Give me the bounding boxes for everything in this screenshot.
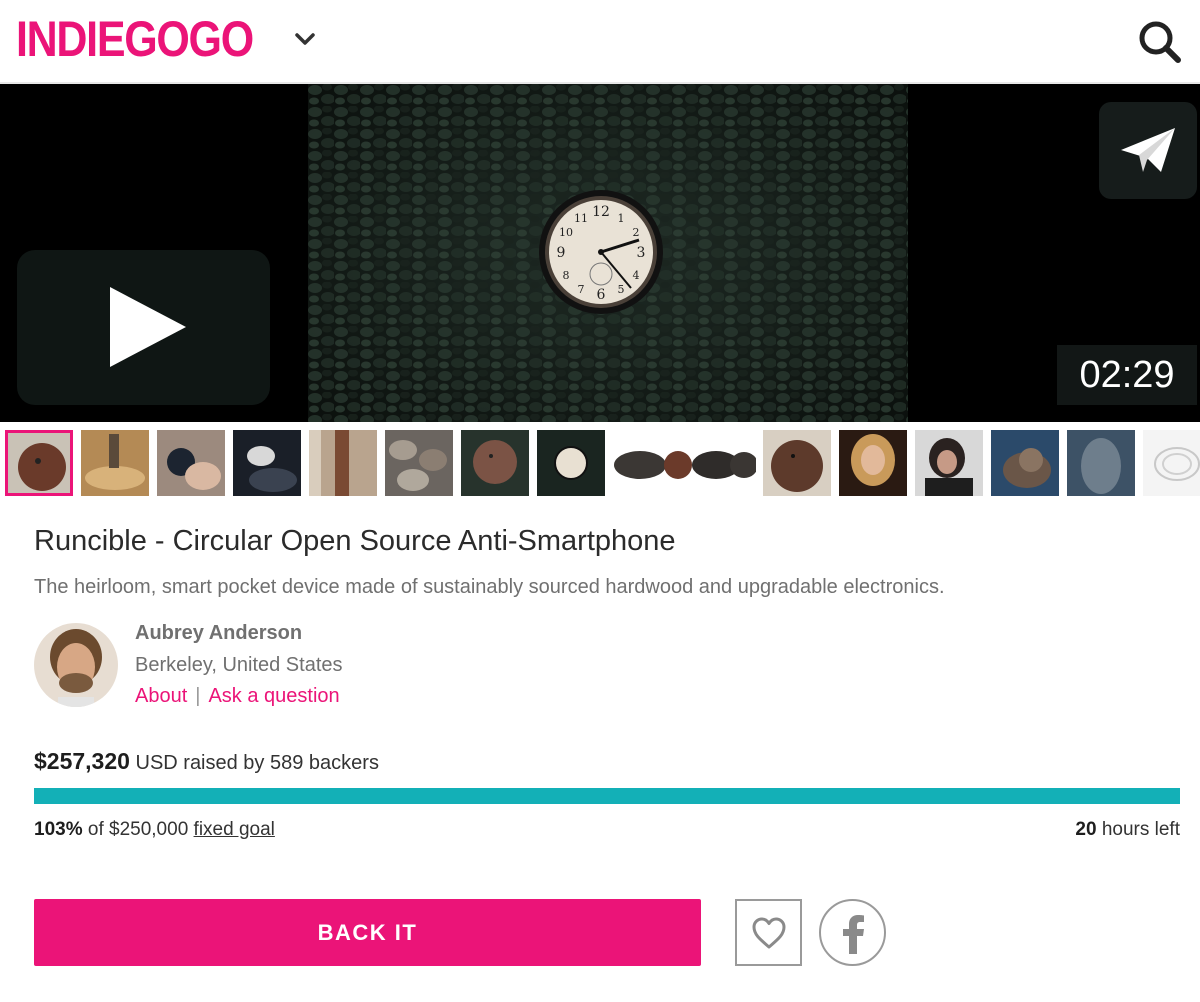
time-remaining: 20 hours left — [1075, 819, 1180, 841]
svg-text:8: 8 — [563, 269, 570, 282]
gallery-thumbnail[interactable] — [309, 430, 377, 496]
gallery-thumbnail[interactable] — [1067, 430, 1135, 496]
gallery-thumbnail[interactable] — [461, 430, 529, 496]
facebook-icon — [843, 915, 864, 954]
campaign-tagline: The heirloom, smart pocket device made o… — [34, 576, 945, 598]
svg-text:12: 12 — [592, 204, 610, 220]
gallery-thumbnail[interactable] — [537, 430, 605, 496]
ask-question-link[interactable]: Ask a question — [208, 685, 339, 707]
funded-percent: 103% — [34, 819, 83, 840]
gallery-thumbnail[interactable] — [991, 430, 1059, 496]
funding-goal: 103% of $250,000 fixed goal — [34, 819, 275, 841]
back-it-button[interactable]: BACK IT — [34, 899, 701, 966]
svg-text:6: 6 — [597, 287, 606, 303]
gallery-thumbnail[interactable] — [915, 430, 983, 496]
campaign-video[interactable]: 12 3 6 9 12 45 78 10 11 02:29 — [0, 84, 1200, 422]
pocket-watch: 12 3 6 9 12 45 78 1011 — [539, 190, 663, 314]
funding-progress-bar — [34, 788, 1180, 804]
svg-text:5: 5 — [618, 283, 625, 296]
campaign-title: Runcible - Circular Open Source Anti-Sma… — [34, 525, 676, 557]
top-header: INDIEGOGO — [0, 0, 1200, 84]
follow-button[interactable] — [735, 899, 802, 966]
video-still-image: 12 3 6 9 12 45 78 1011 — [308, 84, 908, 422]
svg-text:3: 3 — [637, 245, 646, 261]
gallery-thumbnail[interactable] — [233, 430, 301, 496]
time-left-unit: hours left — [1096, 819, 1180, 840]
gallery-thumbnail[interactable] — [612, 430, 756, 496]
indiegogo-logo[interactable]: INDIEGOGO — [16, 14, 254, 64]
gallery-thumbnail[interactable] — [763, 430, 831, 496]
raised-text: USD raised by 589 backers — [129, 752, 379, 774]
goal-type-link[interactable]: fixed goal — [194, 819, 275, 840]
avatar[interactable] — [34, 623, 118, 707]
goal-amount-text: of $250,000 — [82, 819, 194, 840]
chevron-down-icon[interactable] — [292, 26, 318, 52]
gallery-thumbnail[interactable] — [81, 430, 149, 496]
link-separator: | — [195, 685, 201, 707]
gallery-thumbnail[interactable] — [1143, 430, 1200, 496]
svg-text:4: 4 — [633, 269, 640, 282]
play-button[interactable] — [17, 250, 270, 405]
svg-text:11: 11 — [574, 212, 588, 225]
svg-text:10: 10 — [559, 226, 573, 239]
svg-text:2: 2 — [633, 226, 640, 239]
gallery-thumbnail[interactable] — [157, 430, 225, 496]
raised-amount: $257,320 — [34, 748, 130, 774]
gallery-thumbnail[interactable] — [5, 430, 73, 496]
svg-text:7: 7 — [578, 283, 585, 296]
facebook-share-button[interactable] — [819, 899, 886, 966]
gallery-thumbnail[interactable] — [385, 430, 453, 496]
paper-plane-icon — [1121, 128, 1175, 172]
share-button[interactable] — [1099, 102, 1197, 199]
gallery-thumbnails — [0, 428, 1200, 500]
funding-raised: $257,320 USD raised by 589 backers — [34, 748, 379, 775]
owner-name[interactable]: Aubrey Anderson — [135, 622, 302, 645]
svg-text:9: 9 — [557, 245, 566, 261]
svg-text:1: 1 — [618, 212, 625, 225]
search-icon[interactable] — [1136, 18, 1184, 66]
about-link[interactable]: About — [135, 685, 187, 707]
video-duration: 02:29 — [1057, 345, 1197, 405]
funding-progress-fill — [34, 788, 1180, 804]
heart-icon — [752, 917, 786, 949]
gallery-thumbnail[interactable] — [839, 430, 907, 496]
time-left-value: 20 — [1075, 819, 1097, 840]
play-icon — [110, 287, 186, 367]
owner-links: About | Ask a question — [135, 685, 340, 708]
owner-location: Berkeley, United States — [135, 654, 343, 676]
